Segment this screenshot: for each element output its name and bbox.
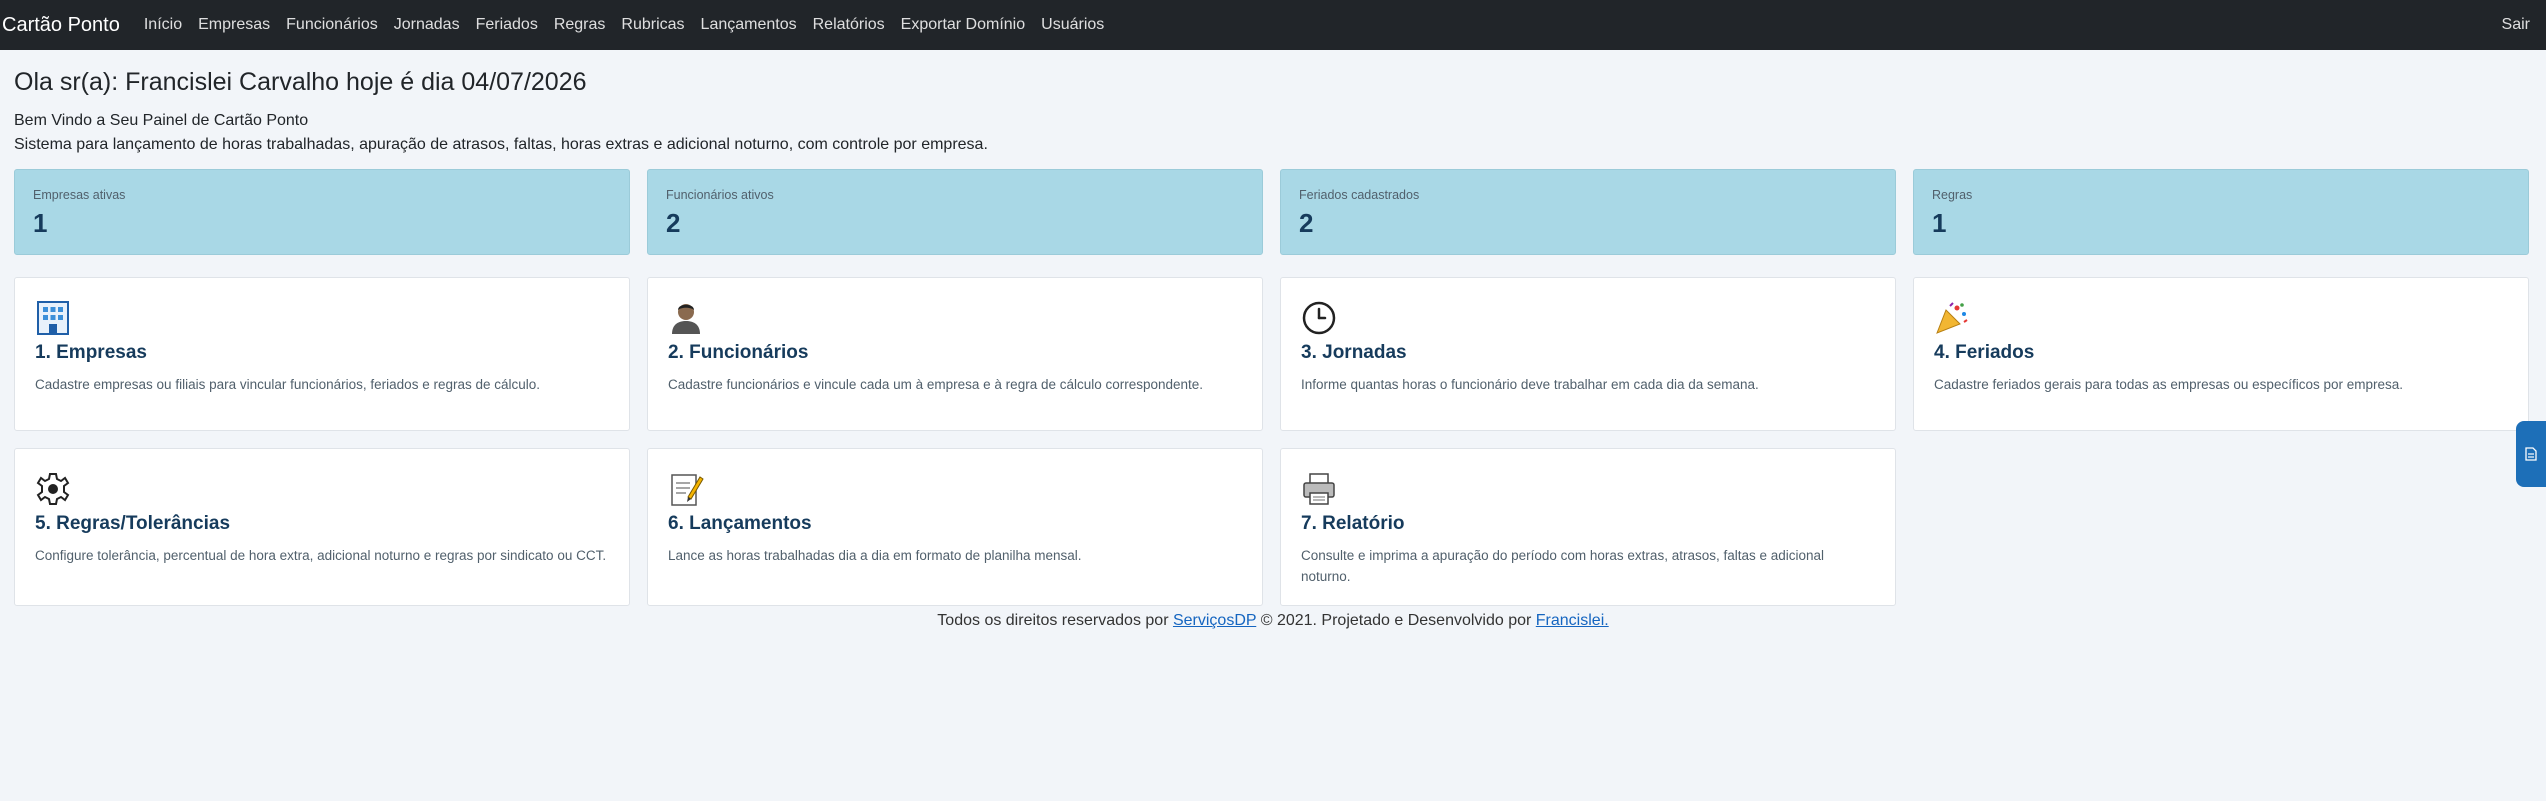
gear-icon xyxy=(36,473,70,505)
logout-link[interactable]: Sair xyxy=(2502,16,2530,34)
stat-funcionarios-ativos: Funcionários ativos 2 xyxy=(647,169,1263,255)
card-text: Consulte e imprima a apuração do período… xyxy=(1301,548,1825,584)
feature-cards: 1. Empresas Cadastre empresas ou filiais… xyxy=(14,277,2532,606)
card-text: Cadastre funcionários e vincule cada um … xyxy=(668,377,1204,392)
building-icon xyxy=(37,301,69,335)
nav-link-inicio[interactable]: Início xyxy=(144,16,182,34)
card-title: 6. Lançamentos xyxy=(668,513,812,534)
card-feriados[interactable]: 4. Feriados Cadastre feriados gerais par… xyxy=(1913,277,2529,431)
nav-link-relatorios[interactable]: Relatórios xyxy=(813,16,885,34)
card-jornadas[interactable]: 3. Jornadas Informe quantas horas o func… xyxy=(1280,277,1896,431)
system-description: Sistema para lançamento de horas trabalh… xyxy=(14,136,988,153)
stat-value: 2 xyxy=(1299,208,1314,238)
card-text: Configure tolerância, percentual de hora… xyxy=(35,548,607,563)
footer-prefix: Todos os direitos reservados por xyxy=(937,612,1173,629)
nav-link-feriados[interactable]: Feriados xyxy=(476,16,538,34)
brand-logo[interactable]: Cartão Ponto xyxy=(2,14,120,37)
card-lancamentos[interactable]: 6. Lançamentos Lance as horas trabalhada… xyxy=(647,448,1263,606)
stat-label: Empresas ativas xyxy=(33,188,126,202)
nav-link-lancamentos[interactable]: Lançamentos xyxy=(701,16,797,34)
stat-feriados-cadastrados: Feriados cadastrados 2 xyxy=(1280,169,1896,255)
nav-link-empresas[interactable]: Empresas xyxy=(198,16,270,34)
card-title: 3. Jornadas xyxy=(1301,342,1407,363)
stat-label: Funcionários ativos xyxy=(666,188,774,202)
nav-links: Início Empresas Funcionários Jornadas Fe… xyxy=(144,16,1120,34)
page-title: Ola sr(a): Francislei Carvalho hoje é di… xyxy=(14,68,587,96)
stats-row: Empresas ativas 1 Funcionários ativos 2 … xyxy=(14,169,2532,255)
nav-link-exportar-dominio[interactable]: Exportar Domínio xyxy=(901,16,1026,34)
nav-link-usuarios[interactable]: Usuários xyxy=(1041,16,1104,34)
card-title: 5. Regras/Tolerâncias xyxy=(35,513,231,534)
main-content: Ola sr(a): Francislei Carvalho hoje é di… xyxy=(0,68,2546,630)
footer: Todos os direitos reservados por Serviço… xyxy=(14,612,2532,630)
card-text: Lance as horas trabalhadas dia a dia em … xyxy=(668,548,1082,563)
card-title: 4. Feriados xyxy=(1934,342,2035,363)
welcome-text: Bem Vindo a Seu Painel de Cartão Ponto xyxy=(14,112,309,129)
stat-label: Regras xyxy=(1932,188,1973,202)
card-title: 7. Relatório xyxy=(1301,513,1405,534)
memo-icon xyxy=(671,474,704,506)
card-empresas[interactable]: 1. Empresas Cadastre empresas ou filiais… xyxy=(14,277,630,431)
nav-link-rubricas[interactable]: Rubricas xyxy=(621,16,684,34)
card-regras-tolerancias[interactable]: 5. Regras/Tolerâncias Configure tolerânc… xyxy=(14,448,630,606)
card-text: Cadastre empresas ou filiais para vincul… xyxy=(35,377,541,392)
card-text: Informe quantas horas o funcionário deve… xyxy=(1301,377,1759,392)
document-icon xyxy=(2525,447,2537,461)
clock-icon xyxy=(1302,301,1336,335)
stat-value: 2 xyxy=(666,208,681,238)
nav-link-jornadas[interactable]: Jornadas xyxy=(394,16,460,34)
stat-empresas-ativas: Empresas ativas 1 xyxy=(14,169,630,255)
party-popper-icon xyxy=(1936,302,1968,334)
nav-link-regras[interactable]: Regras xyxy=(554,16,606,34)
stat-value: 1 xyxy=(33,208,48,238)
top-navbar: Cartão Ponto Início Empresas Funcionário… xyxy=(0,0,2546,50)
stat-label: Feriados cadastrados xyxy=(1299,188,1420,202)
side-tab-button[interactable] xyxy=(2516,421,2546,487)
card-title: 1. Empresas xyxy=(35,342,147,363)
card-text: Cadastre feriados gerais para todas as e… xyxy=(1934,377,2403,392)
footer-middle: © 2021. Projetado e Desenvolvido por xyxy=(1256,612,1536,629)
footer-link-servicosdp[interactable]: ServiçosDP xyxy=(1173,612,1256,629)
card-relatorio[interactable]: 7. Relatório Consulte e imprima a apuraç… xyxy=(1280,448,1896,606)
card-title: 2. Funcionários xyxy=(668,342,809,363)
nav-link-funcionarios[interactable]: Funcionários xyxy=(286,16,378,34)
footer-link-francislei[interactable]: Francislei. xyxy=(1536,612,1609,629)
person-icon xyxy=(672,304,700,334)
stat-regras: Regras 1 xyxy=(1913,169,2529,255)
card-funcionarios[interactable]: 2. Funcionários Cadastre funcionários e … xyxy=(647,277,1263,431)
printer-icon xyxy=(1303,473,1335,505)
stat-value: 1 xyxy=(1932,208,1947,238)
